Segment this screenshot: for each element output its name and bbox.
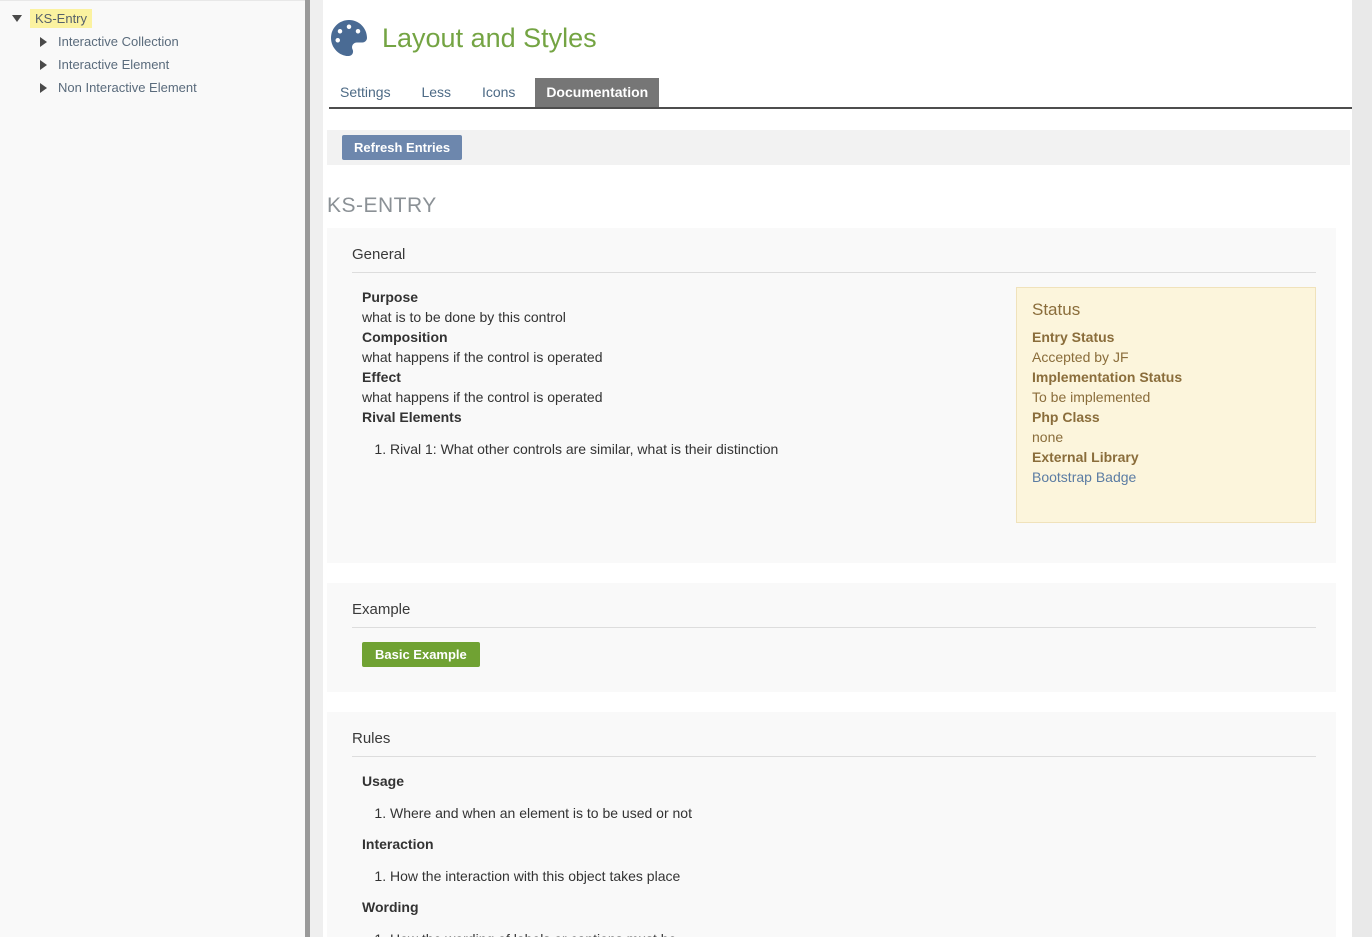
external-library-link[interactable]: Bootstrap Badge (1032, 467, 1300, 487)
rules-panel: Rules Usage Where and when an element is… (327, 712, 1336, 937)
rule-value: How the interaction with this object tak… (362, 866, 1316, 886)
rule-value: How the wording of labels or captions mu… (362, 929, 1316, 937)
general-panel: General Status Entry Status Accepted by … (327, 228, 1336, 563)
status-field-label: Entry Status (1032, 327, 1300, 347)
general-panel-title: General (352, 238, 1316, 273)
page-header: Layout and Styles (323, 0, 1352, 56)
caret-right-icon[interactable] (40, 60, 47, 70)
tree-item-interactive-element[interactable]: Interactive Element (0, 53, 305, 76)
basic-example-button[interactable]: Basic Example (362, 642, 480, 667)
rule-item: How the interaction with this object tak… (390, 866, 1316, 886)
example-panel-title: Example (352, 593, 1316, 628)
sidebar: KS-Entry Interactive Collection Interact… (0, 0, 305, 937)
rule-list: How the wording of labels or captions mu… (362, 929, 1316, 937)
status-box: Status Entry Status Accepted by JF Imple… (1016, 287, 1316, 523)
rule-label: Wording (362, 897, 1316, 917)
status-field-value: To be implemented (1032, 387, 1300, 407)
tree-item-interactive-collection[interactable]: Interactive Collection (0, 30, 305, 53)
caret-right-icon[interactable] (40, 83, 47, 93)
entry-tree: KS-Entry Interactive Collection Interact… (0, 7, 305, 99)
page-title: Layout and Styles (382, 22, 597, 54)
palette-icon (331, 20, 367, 56)
rule-item: How the wording of labels or captions mu… (390, 929, 1316, 937)
rule-item: Where and when an element is to be used … (390, 803, 1316, 823)
rule-list: How the interaction with this object tak… (362, 866, 1316, 886)
tab-less[interactable]: Less (410, 78, 462, 107)
rules-panel-body: Usage Where and when an element is to be… (362, 771, 1316, 937)
main-scrollbar-track[interactable] (1352, 0, 1372, 937)
tree-item-label[interactable]: KS-Entry (30, 9, 92, 28)
general-panel-body: Status Entry Status Accepted by JF Imple… (362, 287, 1316, 523)
refresh-entries-button[interactable]: Refresh Entries (342, 135, 462, 160)
rule-list: Where and when an element is to be used … (362, 803, 1316, 823)
tree-item-label[interactable]: Interactive Element (53, 55, 174, 74)
rule-label: Usage (362, 771, 1316, 791)
sidebar-scrollbar-track[interactable] (310, 0, 323, 937)
toolbar: Refresh Entries (327, 130, 1350, 165)
tab-documentation[interactable]: Documentation (535, 78, 659, 107)
tree-item-non-interactive-element[interactable]: Non Interactive Element (0, 76, 305, 99)
status-field-value: Accepted by JF (1032, 347, 1300, 367)
tree-item-label[interactable]: Non Interactive Element (53, 78, 202, 97)
tab-bar: Settings Less Icons Documentation (329, 78, 1352, 109)
example-panel: Example Basic Example (327, 583, 1336, 692)
rules-field-list: Usage Where and when an element is to be… (362, 771, 1316, 937)
tab-icons[interactable]: Icons (471, 78, 526, 107)
status-box-title: Status (1032, 300, 1300, 320)
tab-settings[interactable]: Settings (329, 78, 402, 107)
main-content: Layout and Styles Settings Less Icons Do… (323, 0, 1352, 937)
tree-item-ks-entry[interactable]: KS-Entry (0, 7, 305, 30)
example-panel-body: Basic Example (362, 642, 1316, 667)
status-field-label: Php Class (1032, 407, 1300, 427)
status-field-label: Implementation Status (1032, 367, 1300, 387)
rules-panel-title: Rules (352, 722, 1316, 757)
caret-down-icon[interactable] (12, 15, 22, 22)
rule-value: Where and when an element is to be used … (362, 803, 1316, 823)
app-window: KS-Entry Interactive Collection Interact… (0, 0, 1372, 937)
status-field-value: none (1032, 427, 1300, 447)
status-field-list: Entry Status Accepted by JF Implementati… (1032, 327, 1300, 487)
caret-right-icon[interactable] (40, 37, 47, 47)
status-field-label: External Library (1032, 447, 1300, 467)
tree-item-label[interactable]: Interactive Collection (53, 32, 184, 51)
entry-title: KS-ENTRY (327, 194, 1352, 218)
rule-label: Interaction (362, 834, 1316, 854)
